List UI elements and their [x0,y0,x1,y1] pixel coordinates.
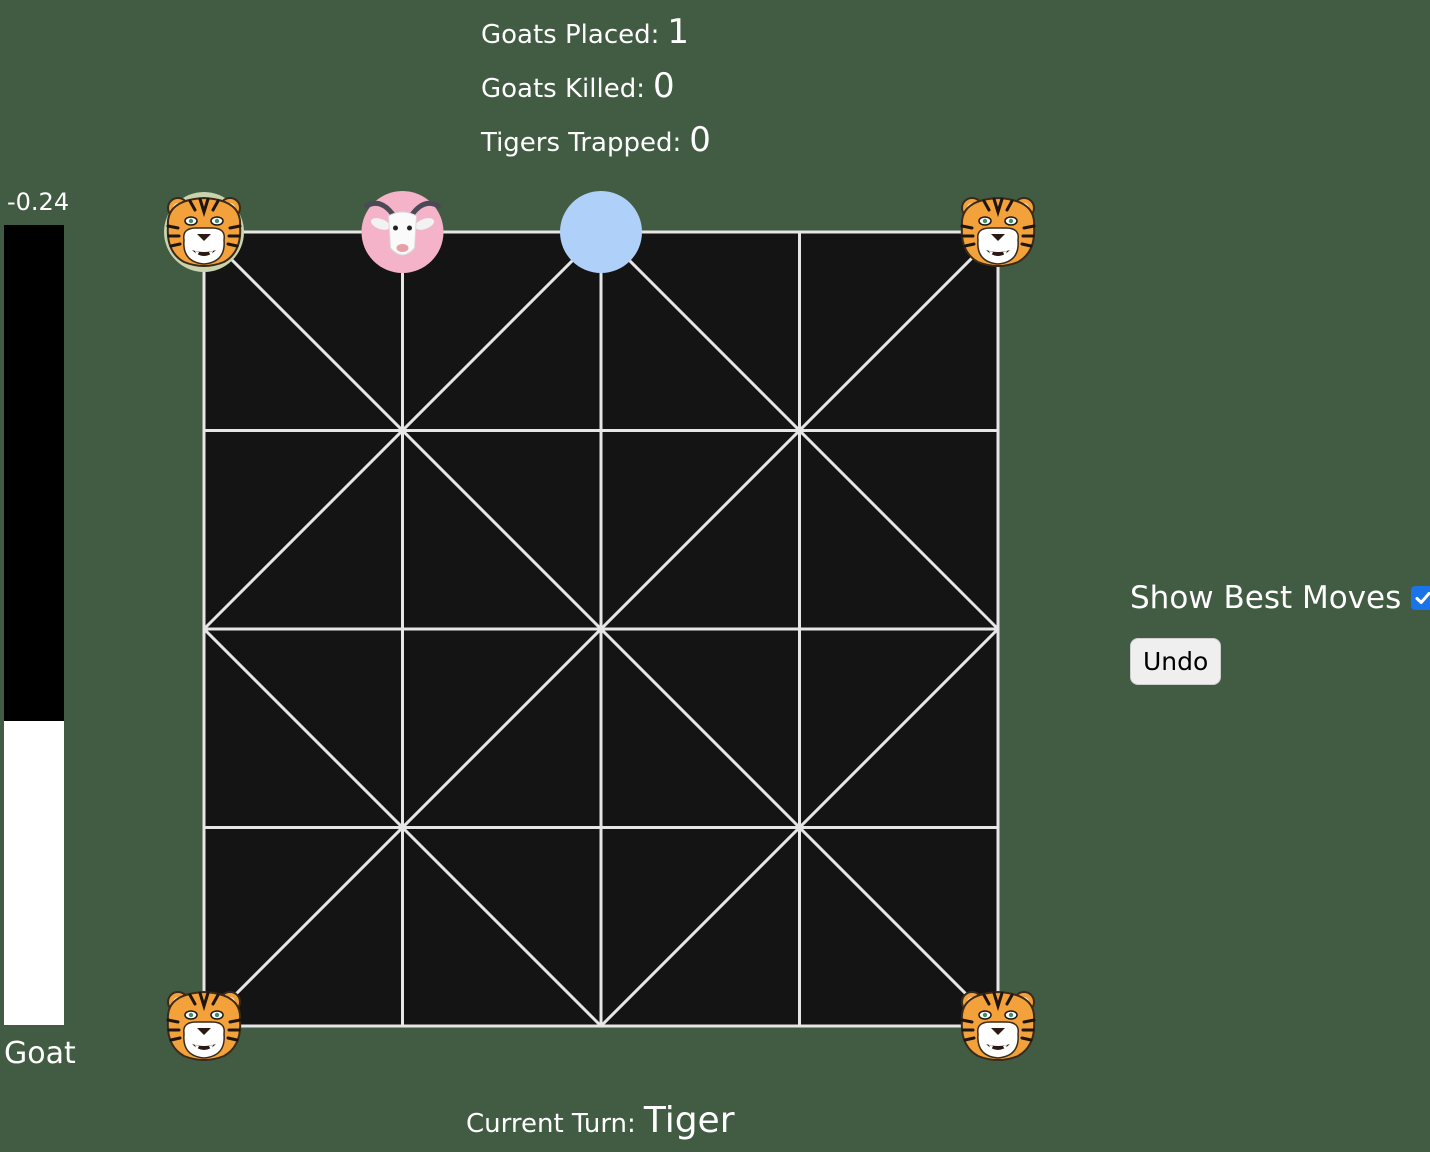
checkmark-icon [1415,592,1430,604]
tiger-icon[interactable] [166,990,242,1061]
tiger-stripe [960,224,974,230]
tiger-pupil [214,1012,220,1018]
best-move-hint[interactable] [560,191,642,273]
tiger-pupil [188,218,194,224]
tiger-pupil [1008,1012,1014,1018]
controls-panel: Show Best Moves Undo [1130,580,1430,685]
goat-eye [407,225,412,231]
tiger-muzzle [183,1021,225,1059]
tiger-icon[interactable] [164,192,244,272]
tiger-stripe [166,224,180,230]
board-lines [202,230,1000,1028]
goat-nose [396,244,409,252]
current-turn-label: Current Turn: [466,1109,636,1139]
undo-button[interactable]: Undo [1130,638,1222,685]
tiger-stripe [226,242,239,248]
tiger-stripe [169,242,182,248]
game-board[interactable] [0,0,1100,1100]
tiger-stripe [169,1036,182,1042]
goat-eye [393,225,398,231]
tiger-pupil [982,218,988,224]
current-turn: Current Turn: Tiger [466,1100,735,1141]
show-best-moves-row[interactable]: Show Best Moves [1130,580,1430,616]
tiger-pupil [188,1012,194,1018]
show-best-moves-label: Show Best Moves [1130,580,1402,616]
tiger-stripe [1020,1036,1033,1042]
tiger-muzzle [183,227,225,265]
tiger-pupil [1008,218,1014,224]
goat-icon[interactable] [361,191,444,273]
show-best-moves-checkbox[interactable] [1411,586,1430,610]
tiger-stripe [228,1018,242,1024]
current-turn-value: Tiger [643,1100,735,1141]
tiger-icon[interactable] [960,990,1036,1061]
tiger-stripe [166,1018,180,1024]
tiger-stripe [960,1018,974,1024]
tiger-pupil [982,1012,988,1018]
tiger-stripe [1022,224,1036,230]
tiger-stripe [963,1036,976,1042]
tiger-stripe [1020,242,1033,248]
tiger-stripe [226,1036,239,1042]
tiger-muzzle [977,227,1019,265]
game-root: Goats Placed: 1 Goats Killed: 0 Tigers T… [0,0,1430,1152]
tiger-stripe [1022,1018,1036,1024]
tiger-icon[interactable] [960,196,1036,267]
tiger-stripe [228,224,242,230]
tiger-pupil [214,218,220,224]
tiger-muzzle [977,1021,1019,1059]
tiger-stripe [963,242,976,248]
